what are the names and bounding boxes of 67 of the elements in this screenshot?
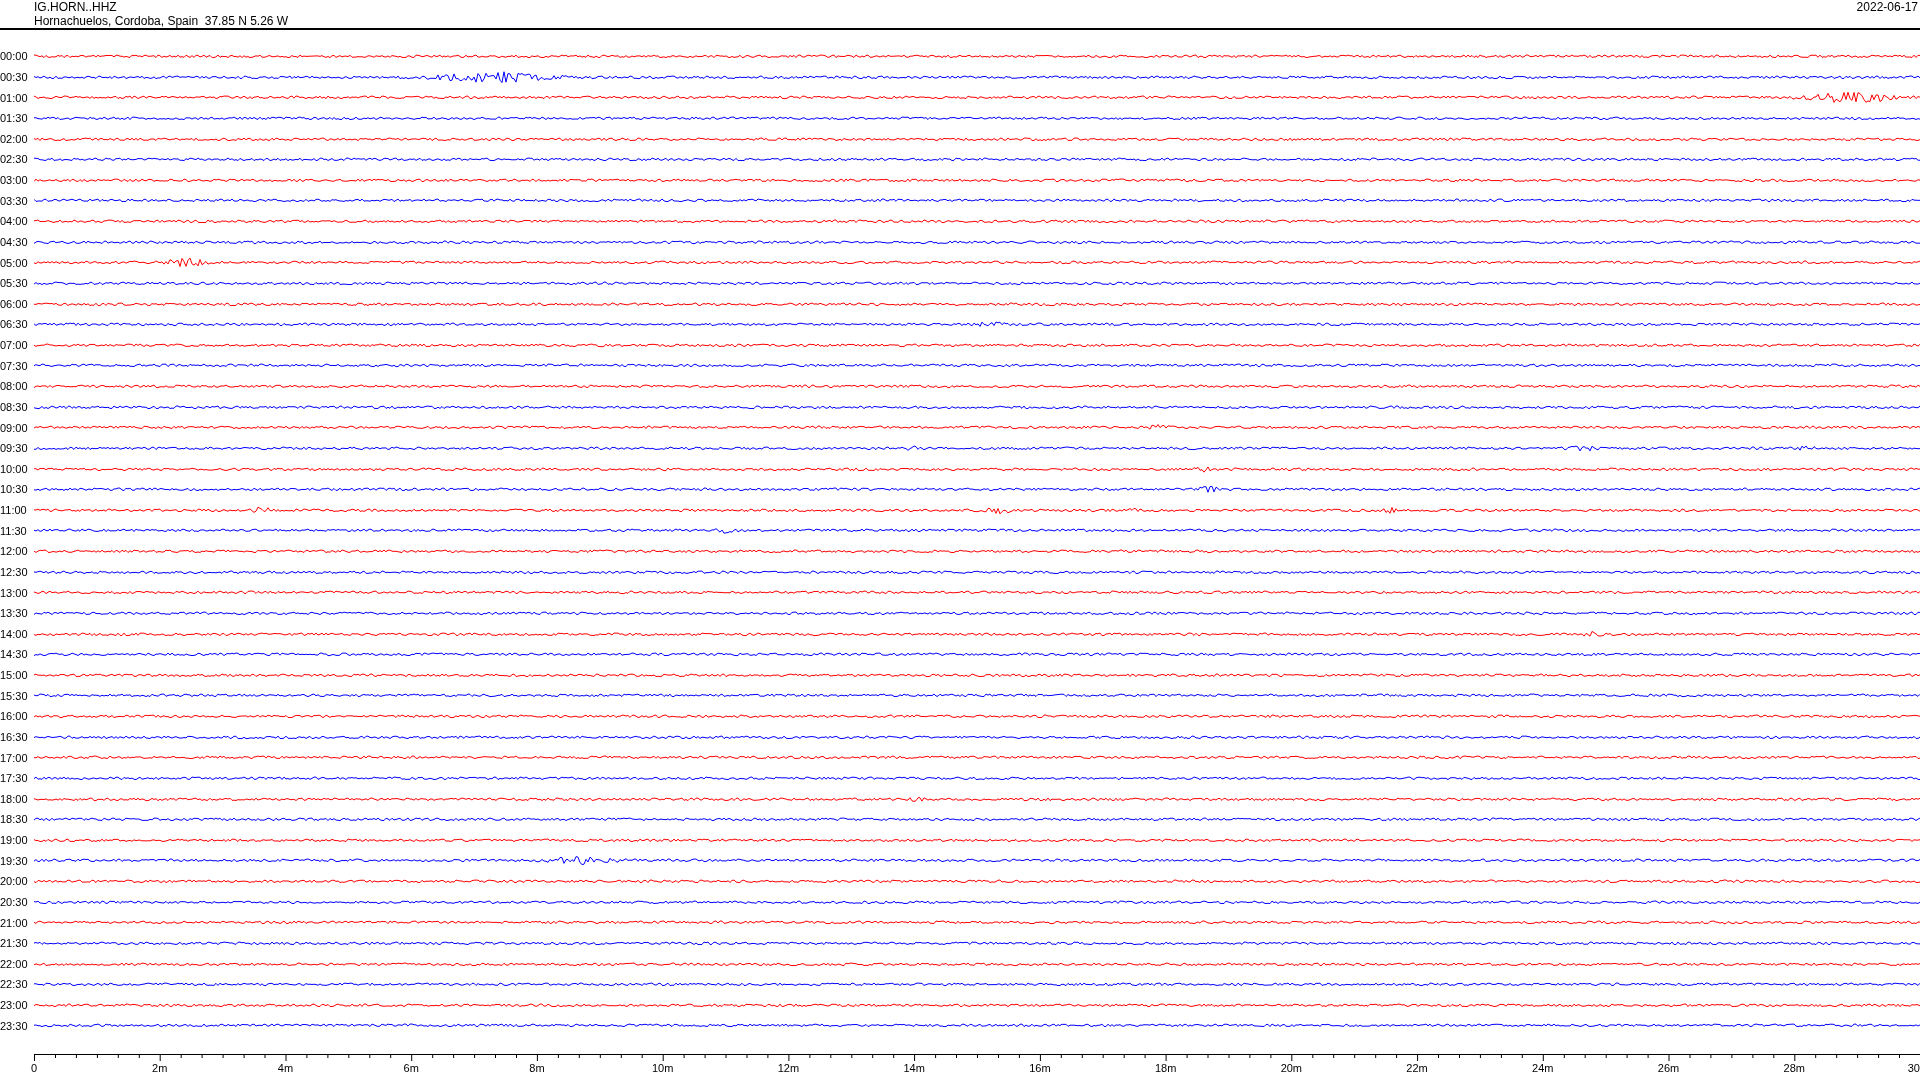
hour-label: 08:00: [0, 380, 29, 393]
hour-label: 23:30: [0, 1019, 29, 1032]
date-label: 2022-06-17: [1856, 0, 1919, 16]
hour-label: 13:30: [0, 607, 29, 620]
hour-label: 15:30: [0, 689, 29, 702]
hour-label: 04:30: [0, 235, 29, 248]
axis-tick-label: 28m: [1783, 1062, 1805, 1074]
hour-label: 00:00: [0, 50, 29, 63]
hour-label: 06:30: [0, 318, 29, 331]
hour-label: 17:00: [0, 751, 29, 764]
axis-tick-label: 12m: [777, 1062, 800, 1074]
hour-label: 03:00: [0, 174, 29, 187]
hour-label: 12:00: [0, 545, 29, 558]
hour-label: 01:30: [0, 112, 29, 125]
hour-label: 09:30: [0, 442, 29, 455]
hour-label: 16:30: [0, 730, 29, 743]
hour-label: 02:00: [0, 132, 29, 145]
hour-label: 07:30: [0, 359, 29, 372]
hour-label: 10:30: [0, 483, 29, 496]
axis-tick-label: 20m: [1280, 1062, 1303, 1074]
hour-label: 18:00: [0, 792, 29, 805]
hour-label: 12:30: [0, 565, 29, 578]
hour-label: 14:30: [0, 648, 29, 661]
hour-label: 06:00: [0, 297, 29, 310]
hour-label: 01:00: [0, 91, 29, 104]
hour-label: 05:30: [0, 277, 29, 290]
hour-label: 00:30: [0, 70, 29, 83]
station-code: IG.HORN..HHZ: [34, 0, 118, 14]
hour-label: 04:00: [0, 215, 29, 228]
hour-label: 11:30: [0, 524, 28, 537]
hour-label: 21:00: [0, 916, 29, 929]
station-location: Hornachuelos, Cordoba, Spain 37.85 N 5.26 W: [34, 14, 289, 28]
axis-tick-label: 8m: [529, 1062, 545, 1074]
hour-label: 05:00: [0, 256, 29, 269]
hour-label: 16:00: [0, 710, 29, 723]
hour-label: 07:00: [0, 339, 29, 352]
hour-label: 15:00: [0, 669, 29, 682]
hour-label: 13:00: [0, 586, 29, 599]
hour-label: 20:00: [0, 875, 29, 888]
hour-label: 10:00: [0, 462, 29, 475]
axis-tick-label: 0: [30, 1062, 38, 1074]
hour-label: 14:00: [0, 627, 29, 640]
hour-label: 23:00: [0, 999, 29, 1012]
axis-tick-label: 26m: [1657, 1062, 1680, 1074]
axis-tick-label: 6m: [403, 1062, 419, 1074]
axis-tick-label: 10m: [651, 1062, 674, 1074]
hour-label: 18:30: [0, 813, 29, 826]
axis-tick-label: 14m: [903, 1062, 925, 1074]
hour-label: 19:30: [0, 854, 29, 867]
hour-label: 09:00: [0, 421, 29, 434]
hour-label: 22:00: [0, 957, 29, 970]
hour-label: 19:00: [0, 834, 29, 847]
hour-label: 17:30: [0, 772, 29, 785]
axis-tick-label: 24m: [1532, 1062, 1554, 1074]
hour-label: 11:00: [0, 504, 28, 517]
axis-tick-label: 2m: [152, 1062, 168, 1074]
hour-label: 03:30: [0, 194, 29, 207]
hour-label: 02:30: [0, 153, 29, 166]
hour-label: 20:30: [0, 895, 29, 908]
axis-tick-label: 4m: [277, 1062, 294, 1074]
axis-tick-label: 18m: [1154, 1062, 1177, 1074]
hour-label: 22:30: [0, 978, 29, 991]
axis-tick-label: 22m: [1406, 1062, 1428, 1074]
hour-label: 08:30: [0, 400, 29, 413]
hour-label: 21:30: [0, 937, 29, 950]
axis-tick-label: 30: [1907, 1062, 1920, 1074]
axis-tick-label: 16m: [1029, 1062, 1051, 1074]
